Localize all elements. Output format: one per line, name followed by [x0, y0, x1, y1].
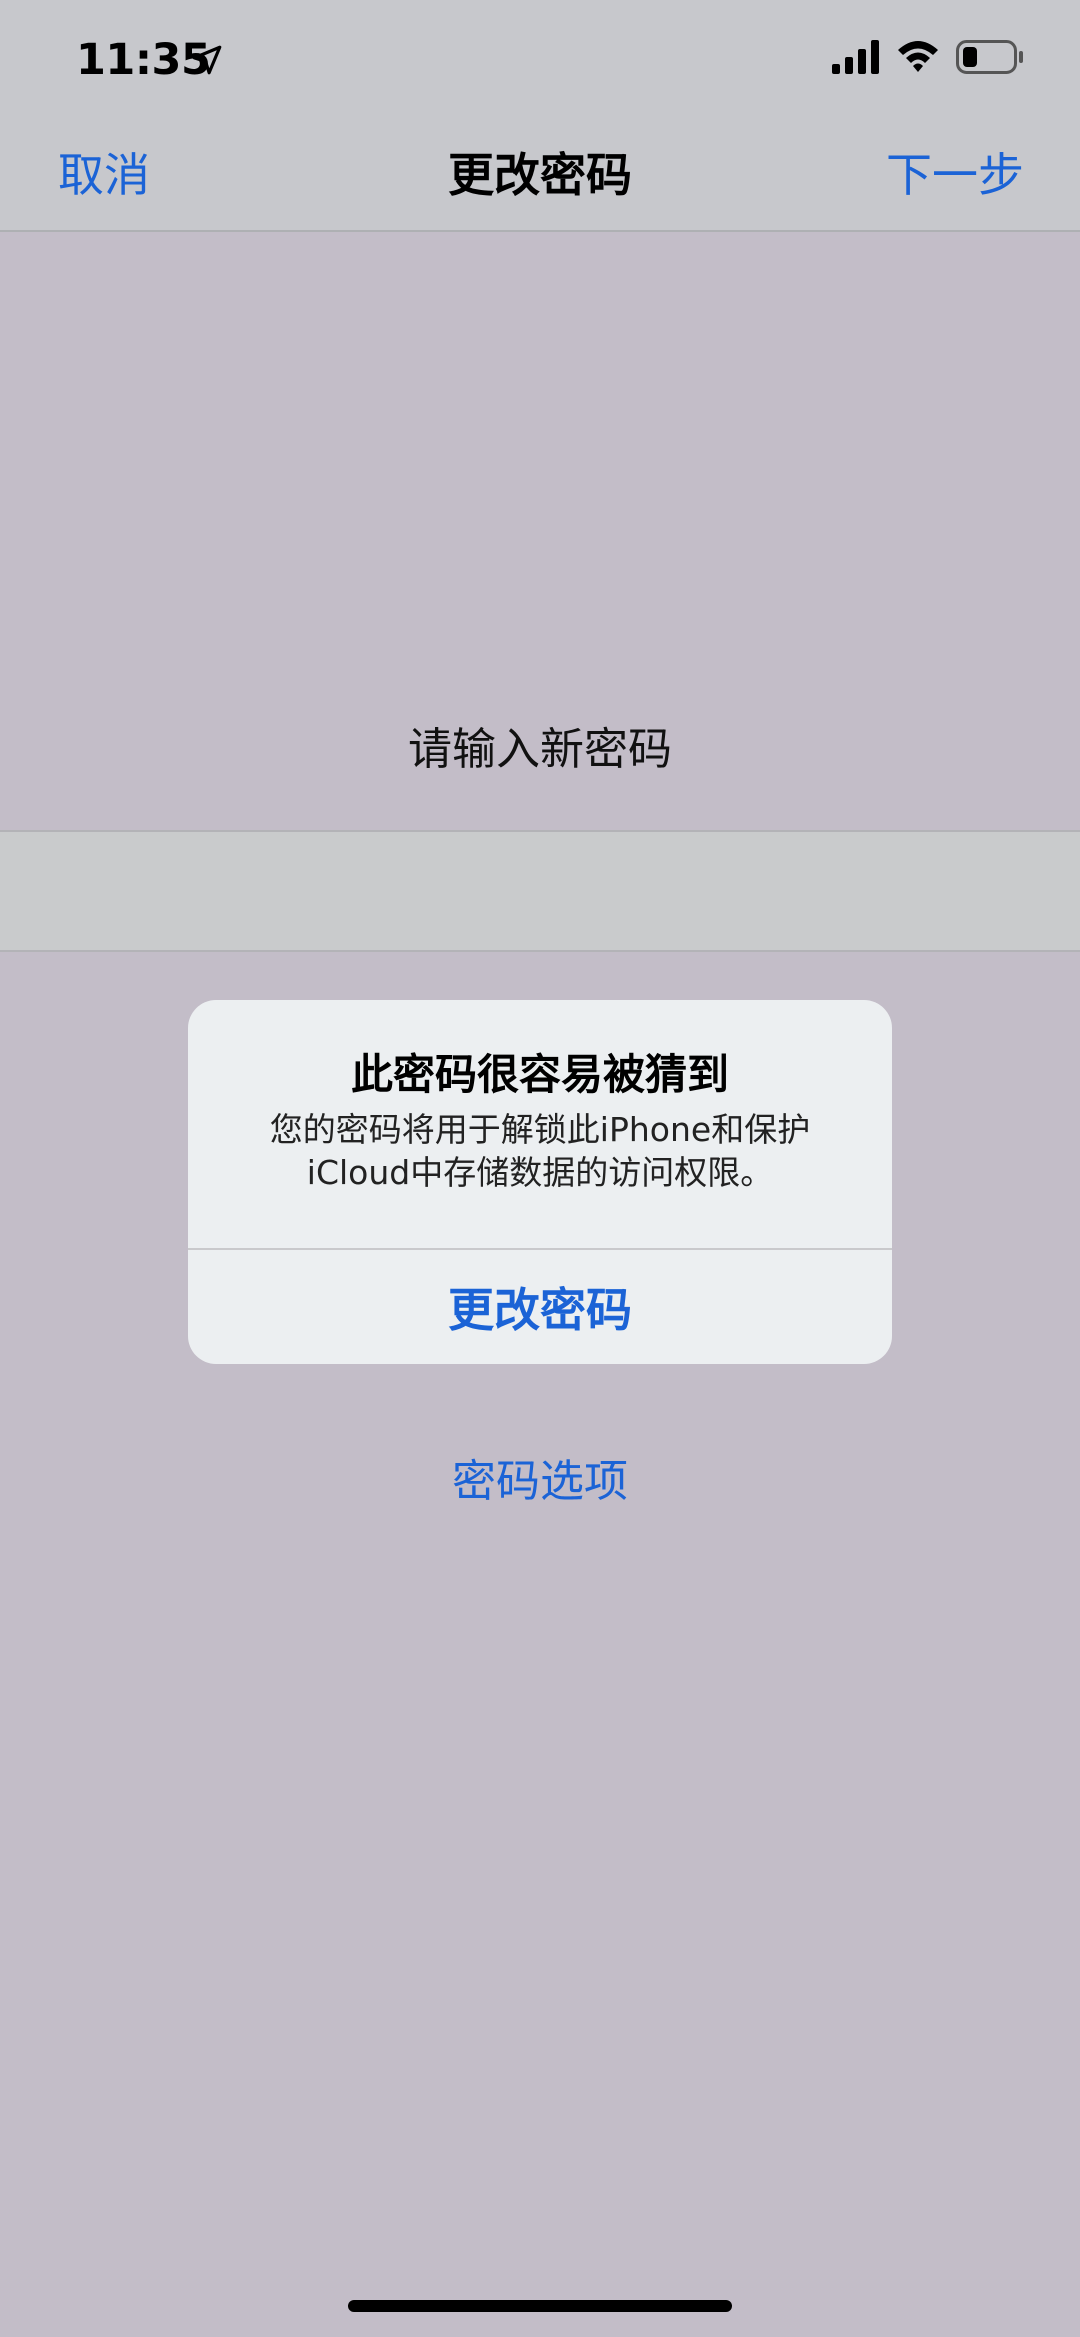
passcode-options-link[interactable]: 密码选项	[0, 1450, 1080, 1514]
location-arrow-icon	[192, 45, 222, 75]
passcode-input-field[interactable]	[0, 830, 1080, 952]
alert-title: 此密码很容易被猜到	[350, 1050, 729, 1099]
home-indicator[interactable]	[348, 2300, 732, 2312]
alert-message: 您的密码将用于解锁此iPhone和保护iCloud中存储数据的访问权限。	[269, 1110, 811, 1192]
cellular-signal-icon	[832, 40, 879, 74]
weak-passcode-alert: 此密码很容易被猜到 您的密码将用于解锁此iPhone和保护iCloud中存储数据…	[188, 1000, 892, 1364]
change-passcode-button[interactable]: 更改密码	[188, 1250, 892, 1364]
navigation-bar: 取消 更改密码 下一步	[0, 120, 1080, 232]
status-bar: 11:35	[0, 0, 1080, 120]
enter-new-passcode-prompt: 请输入新密码	[408, 724, 672, 775]
next-button[interactable]: 下一步	[886, 142, 1024, 208]
battery-icon	[956, 40, 1023, 74]
wifi-icon	[898, 41, 938, 72]
